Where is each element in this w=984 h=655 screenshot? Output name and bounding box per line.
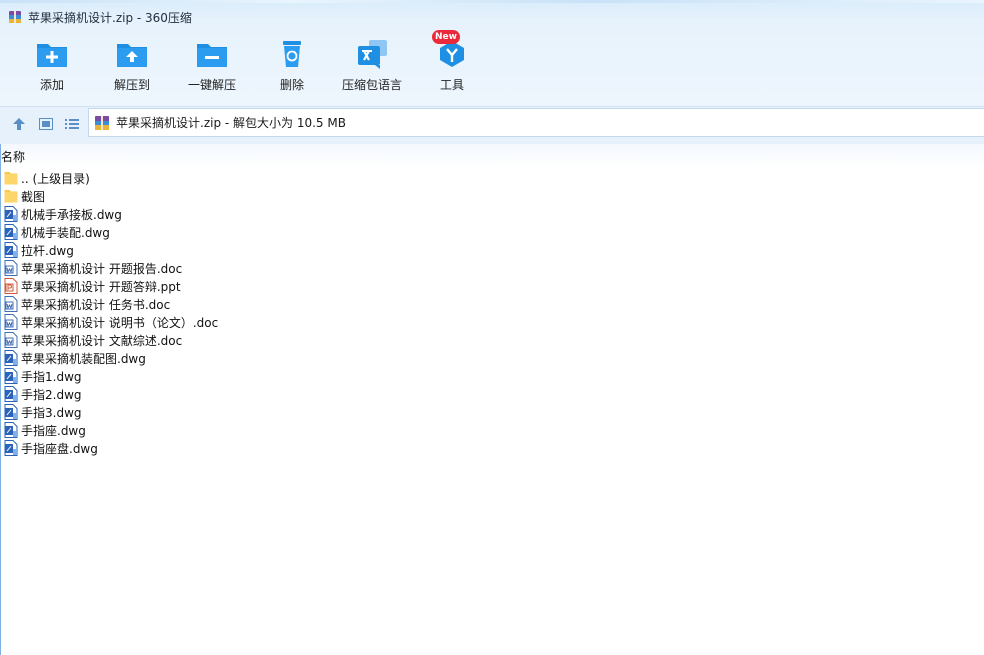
dwg-file-icon — [4, 350, 18, 366]
word-doc-icon — [4, 296, 18, 312]
file-row[interactable]: 机械手装配.dwg — [0, 223, 984, 241]
file-row[interactable]: 苹果采摘机设计 任务书.doc — [0, 295, 984, 313]
file-name: 手指1.dwg — [21, 369, 82, 384]
archive-language-button[interactable]: 压缩包语言 — [332, 38, 412, 98]
file-list: .. (上级目录) 截图机械手承接板.dwg 机械手装配.dwg 拉杆.dwg 苹果采摘… — [0, 169, 984, 457]
file-row[interactable]: 苹果采摘机设计 说明书（论文）.doc — [0, 313, 984, 331]
extract-to-button[interactable]: 解压到 — [92, 38, 172, 98]
word-doc-icon — [4, 260, 18, 276]
navigation-bar: 苹果采摘机设计.zip - 解包大小为 10.5 MB — [0, 106, 984, 144]
word-doc-icon — [4, 332, 18, 348]
title-toolbar-area: 苹果采摘机设计.zip - 360压缩 添加 解压到 一键解压 删除 压缩包语言… — [0, 0, 984, 106]
file-row[interactable]: 苹果采摘机设计 开题报告.doc — [0, 259, 984, 277]
language-icon — [355, 38, 389, 70]
file-row[interactable]: 苹果采摘机设计 文献综述.doc — [0, 331, 984, 349]
file-name: 苹果采摘机设计 文献综述.doc — [21, 333, 183, 348]
add-button[interactable]: 添加 — [12, 38, 92, 98]
add-label: 添加 — [39, 78, 64, 92]
address-bar[interactable]: 苹果采摘机设计.zip - 解包大小为 10.5 MB — [88, 108, 984, 137]
delete-button[interactable]: 删除 — [252, 38, 332, 98]
file-row[interactable]: 手指3.dwg — [0, 403, 984, 421]
file-name: 苹果采摘机设计 开题报告.doc — [21, 261, 183, 276]
dwg-file-icon — [4, 440, 18, 456]
quick-extract-label: 一键解压 — [187, 78, 236, 92]
dwg-file-icon — [4, 224, 18, 240]
file-row[interactable]: 拉杆.dwg — [0, 241, 984, 259]
dwg-file-icon — [4, 368, 18, 384]
dwg-file-icon — [4, 242, 18, 258]
file-name: 苹果采摘机装配图.dwg — [21, 351, 146, 366]
file-name: 苹果采摘机设计 开题答辩.ppt — [21, 279, 181, 294]
tools-label: 工具 — [439, 78, 464, 92]
file-row[interactable]: .. (上级目录) — [0, 169, 984, 187]
file-name: 苹果采摘机设计 任务书.doc — [21, 297, 171, 312]
file-row[interactable]: 手指座盘.dwg — [0, 439, 984, 457]
folder-add-icon — [35, 38, 69, 70]
folder-extract-icon — [115, 38, 149, 70]
file-row[interactable]: 手指1.dwg — [0, 367, 984, 385]
window-title-bar: 苹果采摘机设计.zip - 360压缩 — [8, 8, 192, 26]
arrow-up-icon[interactable] — [10, 115, 28, 133]
file-name: 手指2.dwg — [21, 387, 82, 402]
list-header: 名称 — [0, 144, 984, 168]
delete-label: 删除 — [279, 78, 304, 92]
recycle-bin-icon — [275, 38, 309, 70]
dwg-file-icon — [4, 422, 18, 438]
folder-quick-extract-icon — [195, 38, 229, 70]
archive-icon — [94, 115, 110, 131]
file-row[interactable]: 手指座.dwg — [0, 421, 984, 439]
file-name: 机械手承接板.dwg — [21, 207, 122, 222]
folder-icon — [4, 170, 18, 186]
file-row[interactable]: 机械手承接板.dwg — [0, 205, 984, 223]
file-name: 手指3.dwg — [21, 405, 82, 420]
winrar-archive-icon — [8, 10, 22, 24]
address-text: 苹果采摘机设计.zip - 解包大小为 10.5 MB — [116, 116, 346, 130]
word-doc-icon — [4, 314, 18, 330]
file-name: 机械手装配.dwg — [21, 225, 110, 240]
file-row[interactable]: 苹果采摘机装配图.dwg — [0, 349, 984, 367]
list-view-icon[interactable] — [63, 115, 81, 133]
file-name: 截图 — [21, 189, 46, 204]
new-badge: New — [432, 30, 460, 44]
folder-icon — [4, 188, 18, 204]
window-title: 苹果采摘机设计.zip - 360压缩 — [28, 10, 192, 25]
column-header-name[interactable]: 名称 — [1, 148, 25, 165]
file-name: .. (上级目录) — [21, 171, 90, 186]
extract-to-label: 解压到 — [113, 78, 150, 92]
thumbnail-view-icon[interactable] — [37, 115, 55, 133]
file-row[interactable]: 截图 — [0, 187, 984, 205]
file-row[interactable]: 苹果采摘机设计 开题答辩.ppt — [0, 277, 984, 295]
quick-extract-button[interactable]: 一键解压 — [172, 38, 252, 98]
file-name: 苹果采摘机设计 说明书（论文）.doc — [21, 315, 219, 330]
dwg-file-icon — [4, 206, 18, 222]
dwg-file-icon — [4, 404, 18, 420]
ppt-file-icon — [4, 278, 18, 294]
file-name: 拉杆.dwg — [21, 243, 74, 258]
file-row[interactable]: 手指2.dwg — [0, 385, 984, 403]
file-name: 手指座.dwg — [21, 423, 86, 438]
file-name: 手指座盘.dwg — [21, 441, 98, 456]
tools-button[interactable]: New 工具 — [412, 30, 492, 98]
dwg-file-icon — [4, 386, 18, 402]
archive-language-label: 压缩包语言 — [341, 78, 402, 92]
